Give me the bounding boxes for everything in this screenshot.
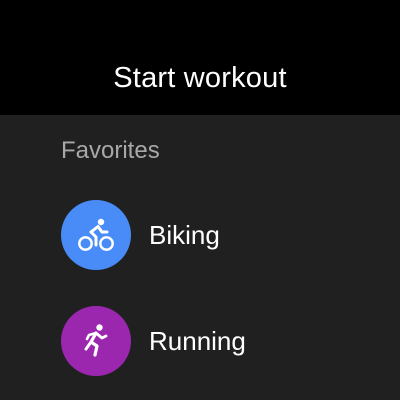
running-icon (84, 324, 108, 357)
watch-screen: Start workout Favorites Biking Running (0, 0, 400, 400)
biking-icon (78, 218, 114, 251)
workout-item-running[interactable]: Running (0, 295, 400, 387)
workout-item-biking[interactable]: Biking (0, 189, 400, 281)
header: Start workout (0, 0, 400, 115)
page-title: Start workout (113, 62, 287, 94)
workout-item-label: Biking (149, 220, 220, 250)
favorites-section-label: Favorites (61, 137, 160, 164)
running-icon-circle (61, 306, 131, 376)
workout-item-label: Running (149, 326, 246, 356)
biking-icon-circle (61, 200, 131, 270)
